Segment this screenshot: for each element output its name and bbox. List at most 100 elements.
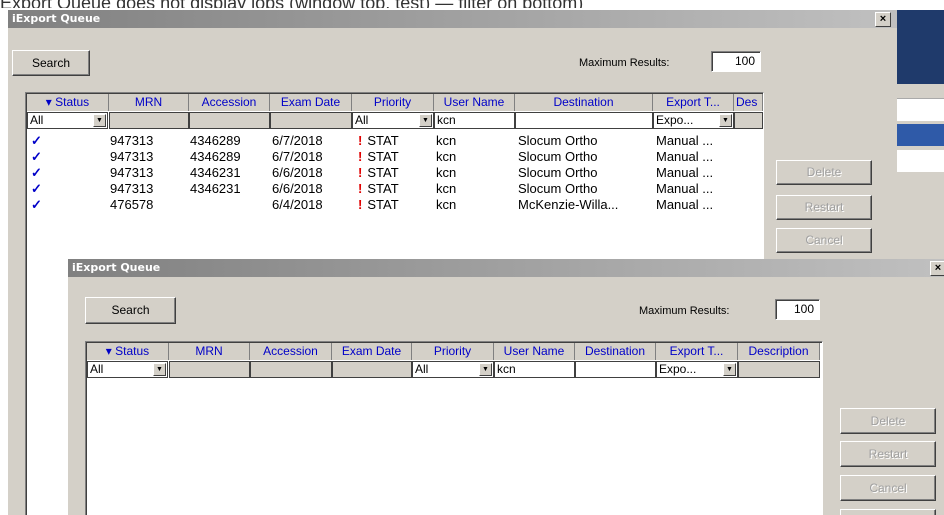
exclamation-icon: ! [358,165,363,180]
column-header-export-type[interactable]: Export T... [656,343,738,360]
priority-cell: ! STAT [358,181,399,196]
table-row[interactable]: ✓ 947313 4346231 6/6/2018 ! STAT kcn Sloc… [26,181,763,197]
destination-filter-input[interactable] [515,112,653,129]
destination-filter-input[interactable] [575,361,656,378]
background-selected-row [897,124,944,146]
export-type-filter-value: Expo... [656,113,694,127]
priority-filter-select[interactable]: All ▼ [352,112,434,129]
chevron-down-icon[interactable]: ▼ [723,363,736,376]
restart-button[interactable]: Restart [776,195,872,220]
window-title: iExport Queue [12,12,101,25]
export-queue-window-bottom: iExport Queue × Search Maximum Results: … [68,259,944,515]
mrn-cell: 947313 [110,133,154,148]
destination-cell: Slocum Ortho [518,133,598,148]
chevron-down-icon[interactable]: ▼ [93,114,106,127]
mrn-filter-input[interactable] [169,361,250,378]
cancel-button[interactable]: Cancel [776,228,872,253]
accession-cell: 4346289 [190,133,241,148]
user-name-cell: kcn [436,149,457,164]
status-filter-select[interactable]: All ▼ [27,112,108,129]
max-results-label: Maximum Results: [579,57,670,69]
close-icon[interactable]: × [930,261,944,276]
accession-cell: 4346231 [190,165,241,180]
user-name-filter-value: kcn [437,113,456,127]
description-filter-input[interactable] [738,361,820,378]
accession-cell: 4346289 [190,149,241,164]
column-header-destination[interactable]: Destination [515,94,653,111]
export-type-filter-select[interactable]: Expo... ▼ [656,361,738,378]
priority-cell: ! STAT [358,149,399,164]
column-header-priority[interactable]: Priority [412,343,494,360]
delete-button[interactable]: Delete [840,408,936,434]
mrn-filter-input[interactable] [109,112,189,129]
export-type-cell: Manual ... [656,165,714,180]
mrn-cell: 947313 [110,149,154,164]
column-header-user-name[interactable]: User Name [434,94,515,111]
priority-filter-select[interactable]: All ▼ [412,361,494,378]
restart-button[interactable]: Restart [840,441,936,467]
priority-cell: ! STAT [358,197,399,212]
search-button[interactable]: Search [85,297,176,324]
user-name-filter-input[interactable]: kcn [494,361,575,378]
destination-cell: Slocum Ortho [518,149,598,164]
export-type-filter-select[interactable]: Expo... ▼ [653,112,734,129]
status-check-icon: ✓ [31,149,42,164]
accession-cell: 4346231 [190,181,241,196]
mrn-cell: 947313 [110,181,154,196]
mrn-cell: 476578 [110,197,154,212]
priority-filter-value: All [415,362,429,376]
user-name-cell: kcn [436,133,457,148]
column-header-accession[interactable]: Accession [250,343,332,360]
exam-date-filter-input[interactable] [270,112,352,129]
column-header-accession[interactable]: Accession [189,94,270,111]
column-header-mrn[interactable]: MRN [109,94,189,111]
status-filter-select[interactable]: All ▼ [87,361,168,378]
chevron-down-icon[interactable]: ▼ [479,363,492,376]
column-header-exam-date[interactable]: Exam Date [270,94,352,111]
status-check-icon: ✓ [31,133,42,148]
column-header-priority[interactable]: Priority [352,94,434,111]
mrn-cell: 947313 [110,165,154,180]
window-titlebar: iExport Queue [8,10,897,28]
delete-button[interactable]: Delete [776,160,872,185]
accession-filter-input[interactable] [250,361,332,378]
table-row[interactable]: ✓ 476578 6/4/2018 ! STAT kcn McKenzie-Wil… [26,197,763,213]
table-row[interactable]: ✓ 947313 4346289 6/7/2018 ! STAT kcn Sloc… [26,133,763,149]
caption-text: Export Queue does not display jobs (wind… [0,0,944,8]
exam-date-cell: 6/7/2018 [272,133,323,148]
column-header-exam-date[interactable]: Exam Date [332,343,412,360]
column-header-status[interactable]: ▾ Status [27,94,109,111]
description-filter-input[interactable] [734,112,763,129]
close-icon[interactable]: × [875,12,891,27]
column-header-status[interactable]: ▾ Status [87,343,169,360]
user-name-filter-input[interactable]: kcn [434,112,515,129]
accession-filter-input[interactable] [189,112,270,129]
priority-cell: ! STAT [358,165,399,180]
column-header-description[interactable]: Description [738,343,820,360]
status-check-icon: ✓ [31,181,42,196]
chevron-down-icon[interactable]: ▼ [719,114,732,127]
user-name-cell: kcn [436,181,457,196]
column-header-destination[interactable]: Destination [575,343,656,360]
table-row[interactable]: ✓ 947313 4346289 6/7/2018 ! STAT kcn Sloc… [26,149,763,165]
exam-date-filter-input[interactable] [332,361,412,378]
chevron-down-icon[interactable]: ▼ [419,114,432,127]
destination-cell: Slocum Ortho [518,181,598,196]
max-results-input[interactable]: 100 [711,51,761,72]
exam-date-cell: 6/4/2018 [272,197,323,212]
column-header-export-type[interactable]: Export T... [653,94,734,111]
column-header-user-name[interactable]: User Name [494,343,575,360]
column-header-description[interactable]: Des [734,94,763,111]
background-row [897,98,944,121]
partial-button[interactable] [840,509,936,515]
search-button[interactable]: Search [12,50,90,76]
priority-value: STAT [367,181,399,196]
cancel-button[interactable]: Cancel [840,475,936,501]
max-results-input[interactable]: 100 [775,299,820,320]
export-type-filter-value: Expo... [659,362,697,376]
table-row[interactable]: ✓ 947313 4346231 6/6/2018 ! STAT kcn Sloc… [26,165,763,181]
results-grid: ▾ Status MRN Accession Exam Date Priorit… [85,341,823,515]
priority-value: STAT [367,133,399,148]
column-header-mrn[interactable]: MRN [169,343,250,360]
chevron-down-icon[interactable]: ▼ [153,363,166,376]
